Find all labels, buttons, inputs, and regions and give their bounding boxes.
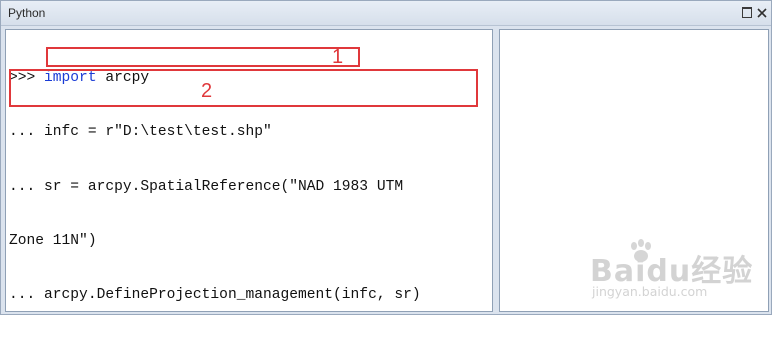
- code-line: ... infc = r"D:\test\test.shp": [9, 123, 421, 141]
- paw-icon: [631, 239, 651, 262]
- code-text: sr = arcpy.SpatialReference("NAD 1983 UT…: [44, 178, 404, 195]
- highlight-box-2: [9, 69, 478, 107]
- window-title: Python: [8, 6, 46, 20]
- watermark-url: jingyan.baidu.com: [592, 284, 708, 299]
- prompt: ...: [9, 287, 45, 304]
- prompt: ...: [9, 124, 45, 141]
- callout-label-2: 2: [201, 80, 213, 102]
- code-text: arcpy.DefineProjection_management(infc, …: [44, 287, 421, 304]
- restore-icon[interactable]: [740, 6, 753, 19]
- highlight-box-1: [46, 47, 360, 67]
- code-line: Zone 11N"): [9, 232, 421, 250]
- code-line: ... sr = arcpy.SpatialReference("NAD 198…: [9, 178, 421, 196]
- python-console-input[interactable]: >>> import arcpy ... infc = r"D:\test\te…: [5, 29, 493, 312]
- code-text: Zone 11N"): [9, 233, 97, 250]
- prompt: ...: [9, 178, 45, 195]
- code-text: infc = r"D:\test\test.shp": [44, 124, 272, 141]
- callout-label-1: 1: [332, 46, 344, 68]
- code-line: ... arcpy.DefineProjection_management(in…: [9, 286, 421, 304]
- close-icon[interactable]: [755, 6, 768, 19]
- baidu-jingyan-watermark: Baidu经验 jingyan.baidu.com: [588, 236, 758, 306]
- title-bar[interactable]: Python: [1, 1, 771, 26]
